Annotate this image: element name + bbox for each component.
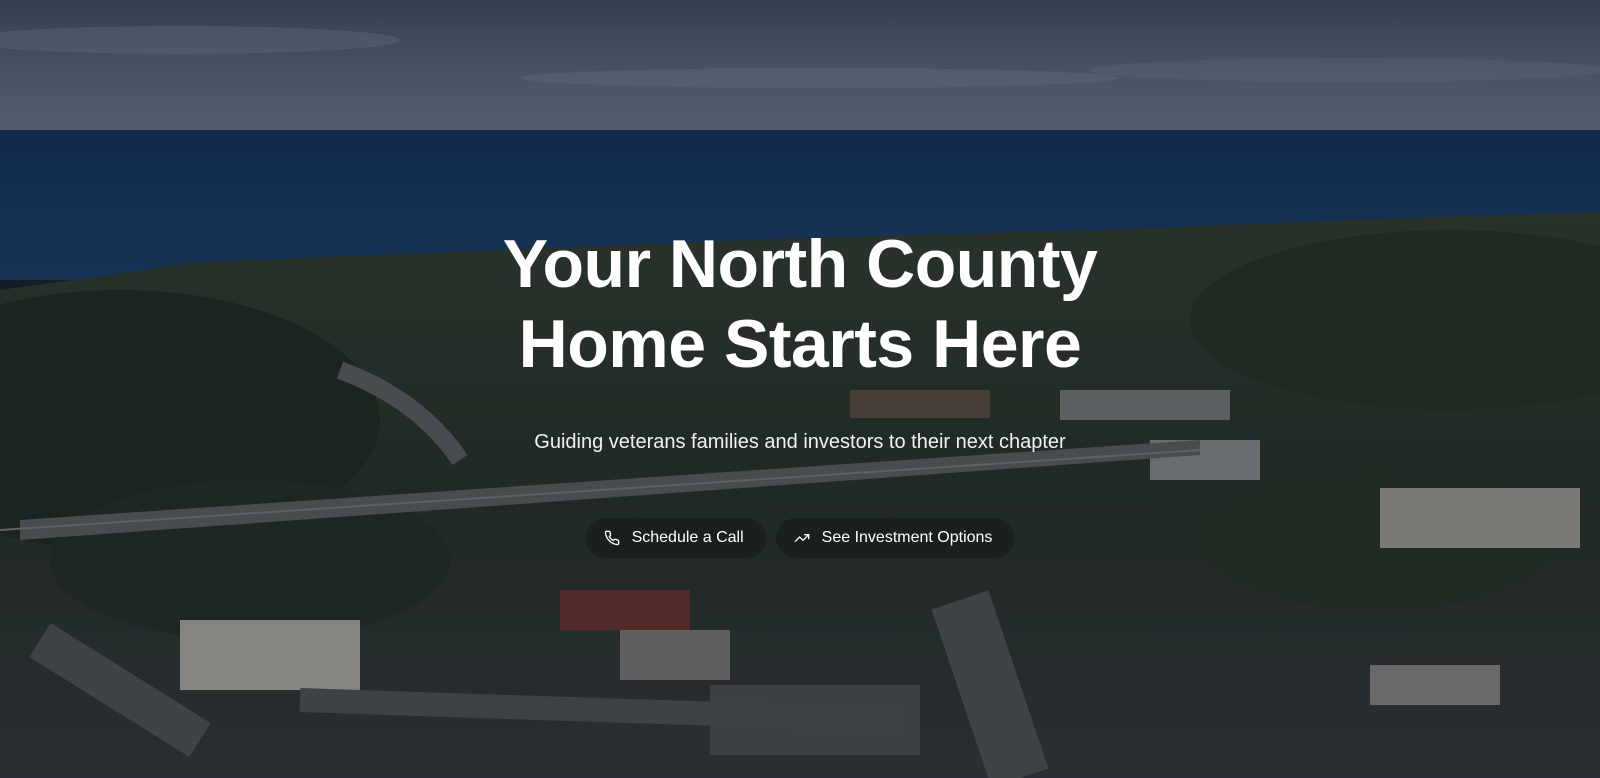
hero-content: Your North County Home Starts Here Guidi…: [0, 0, 1600, 778]
hero-section: Your North County Home Starts Here Guidi…: [0, 0, 1600, 778]
hero-headline-line1: Your North County: [502, 226, 1098, 302]
hero-headline-line2: Home Starts Here: [518, 306, 1082, 382]
hero-headline: Your North County Home Starts Here: [0, 224, 1600, 384]
trending-up-icon: [794, 530, 810, 546]
schedule-call-button[interactable]: Schedule a Call: [585, 518, 766, 558]
see-investment-options-label: See Investment Options: [821, 529, 993, 546]
hero-subheadline: Guiding veterans families and investors …: [534, 431, 1066, 453]
see-investment-options-button[interactable]: See Investment Options: [775, 518, 1015, 558]
schedule-call-label: Schedule a Call: [631, 529, 744, 546]
phone-icon: [604, 530, 620, 546]
hero-cta-group: Schedule a Call See Investment Options: [0, 518, 1600, 558]
